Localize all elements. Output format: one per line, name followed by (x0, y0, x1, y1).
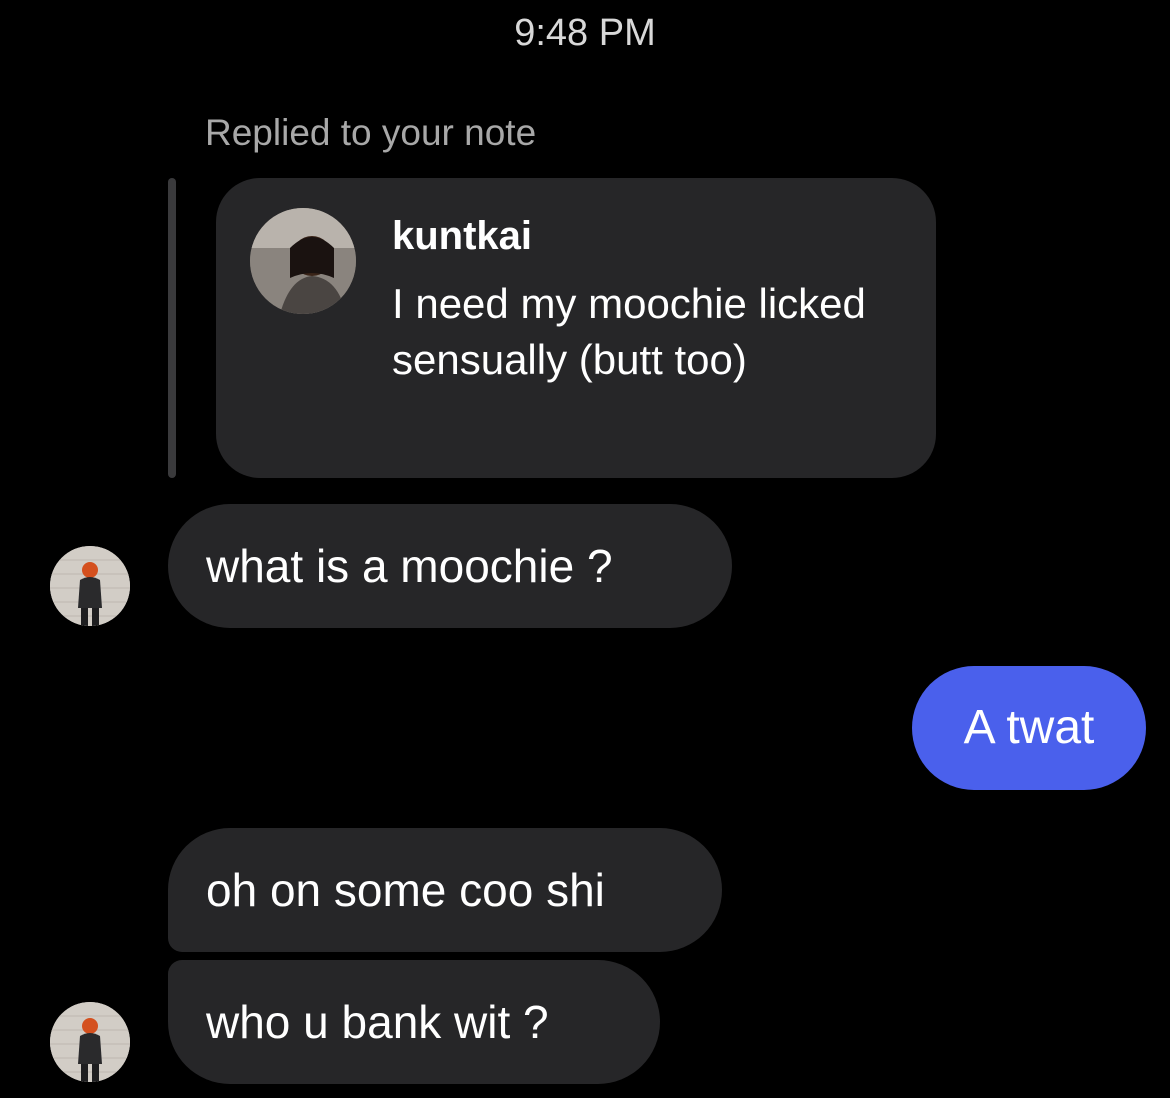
message-bubble-incoming[interactable]: who u bank wit ? (168, 960, 660, 1084)
message-timestamp: 9:48 PM (514, 12, 656, 54)
note-author-avatar[interactable] (250, 208, 356, 314)
sender-avatar[interactable] (50, 546, 130, 626)
reply-caption: Replied to your note (205, 112, 537, 153)
reply-quote-bar (168, 178, 176, 478)
message-bubble-outgoing[interactable]: A twat (912, 666, 1146, 790)
note-author-username: kuntkai (392, 214, 533, 258)
note-text: I need my moochie licked sensually (butt… (392, 280, 866, 383)
sender-avatar[interactable] (50, 1002, 130, 1082)
message-bubble-incoming[interactable]: oh on some coo shi (168, 828, 722, 952)
replied-note-card[interactable]: kuntkai I need my moochie licked sensual… (216, 178, 936, 478)
message-bubble-incoming[interactable]: what is a moochie ? (168, 504, 732, 628)
